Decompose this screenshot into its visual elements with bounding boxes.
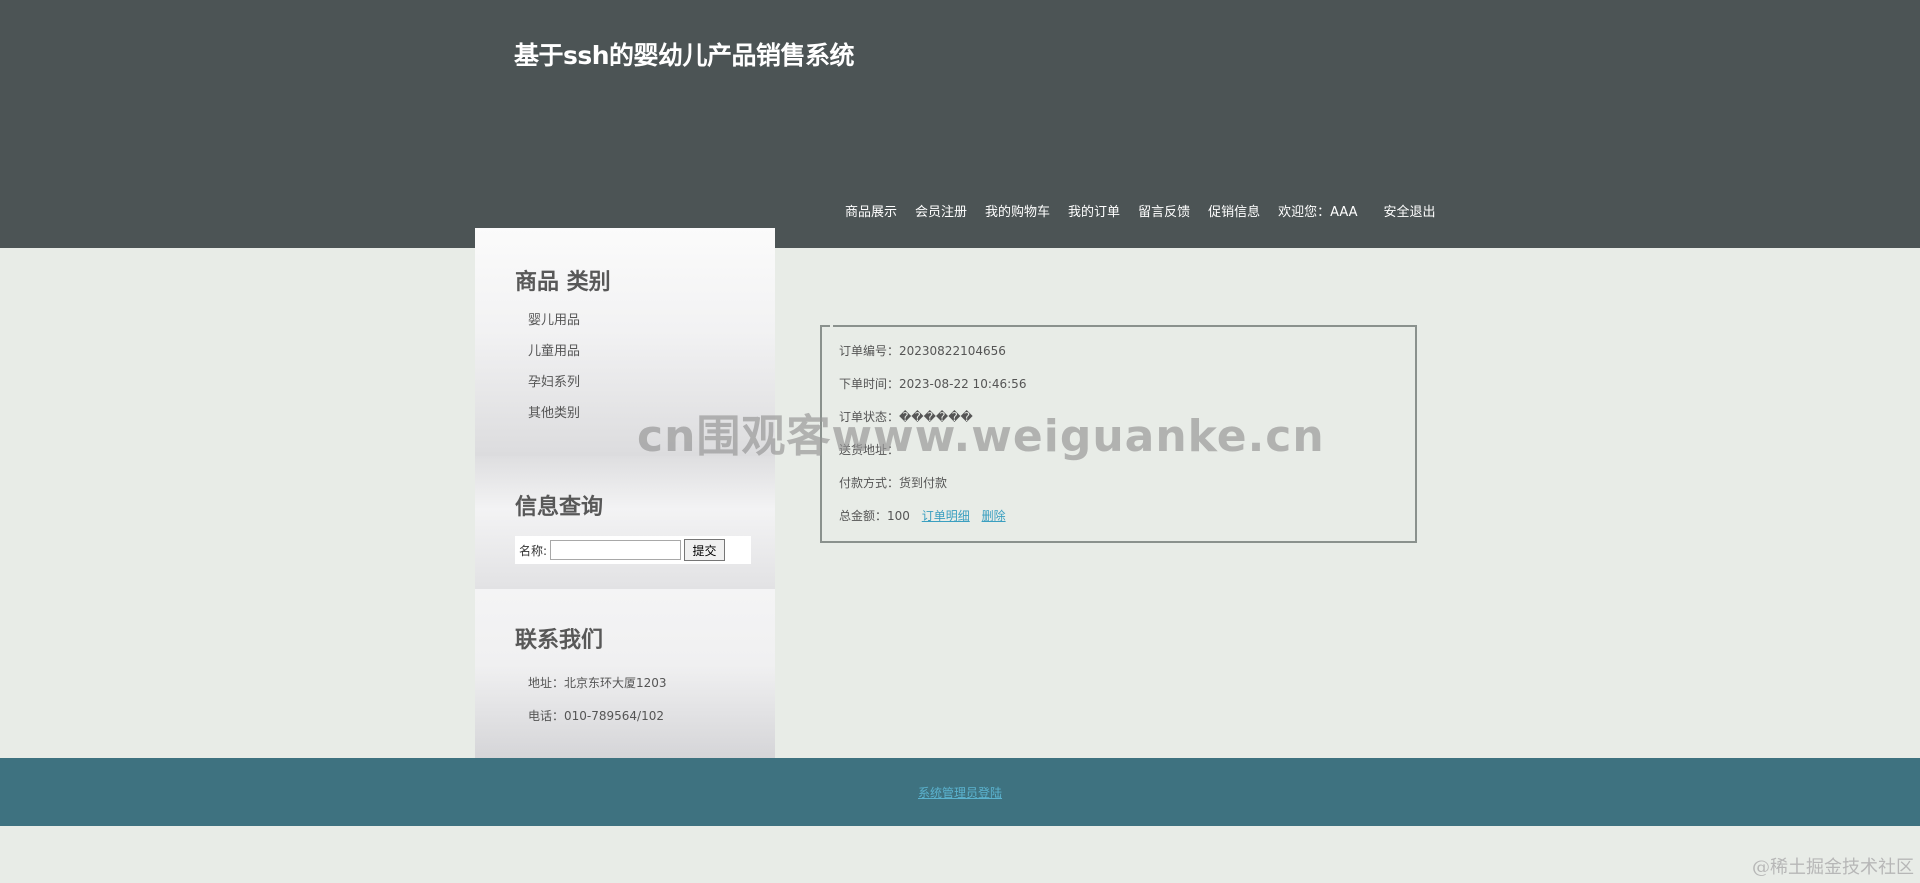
search-heading: 信息查询 [515,495,604,520]
order-payment: 付款方式：货到付款 [839,476,948,490]
footer: 系统管理员登陆 [0,758,1920,826]
category-item-children[interactable]: 儿童用品 [528,345,580,376]
nav-feedback[interactable]: 留言反馈 [1138,201,1190,220]
contact-phone: 电话：010-789564/102 [528,709,664,723]
nav-register[interactable]: 会员注册 [915,201,967,220]
search-form: 名称: 提交 [515,536,751,564]
nav-cart[interactable]: 我的购物车 [985,201,1050,220]
main-nav: 商品展示 会员注册 我的购物车 我的订单 留言反馈 促销信息 欢迎您：AAA 安… [845,201,1454,220]
welcome-text: 欢迎您：AAA [1278,205,1358,220]
order-total: 总金额：100 [839,509,910,523]
submit-button[interactable]: 提交 [684,539,726,561]
header: 基于ssh的婴幼儿产品销售系统 商品展示 会员注册 我的购物车 我的订单 留言反… [0,0,1920,248]
watermark-text: cn围观客www.weiguanke.cn [637,411,1325,462]
category-heading: 商品 类别 [515,270,611,295]
contact-heading: 联系我们 [515,628,604,653]
nav-orders[interactable]: 我的订单 [1068,201,1120,220]
category-item-other[interactable]: 其他类别 [528,407,580,438]
category-item-maternity[interactable]: 孕妇系列 [528,376,580,407]
search-panel: 信息查询 [475,456,775,589]
admin-login-link[interactable]: 系统管理员登陆 [918,784,1002,801]
order-total-row: 总金额：100 订单明细 删除 [839,507,1006,524]
contact-address: 地址：北京东环大厦1203 [528,676,667,690]
sidebar: 商品 类别 婴儿用品 儿童用品 孕妇系列 其他类别 信息查询 名称: 提交 联系… [475,228,775,758]
order-detail-link[interactable]: 订单明细 [922,509,970,523]
order-time: 下单时间：2023-08-22 10:46:56 [839,377,1027,391]
corner-watermark: @稀土掘金技术社区 [1752,857,1914,878]
order-delete-link[interactable]: 删除 [982,509,1006,523]
contact-panel: 联系我们 地址：北京东环大厦1203 电话：010-789564/102 [475,589,775,758]
nav-products[interactable]: 商品展示 [845,201,897,220]
search-label: 名称: [519,543,548,558]
nav-promotions[interactable]: 促销信息 [1208,201,1260,220]
site-title: 基于ssh的婴幼儿产品销售系统 [514,41,855,70]
order-number: 订单编号：20230822104656 [839,344,1006,358]
category-list: 婴儿用品 儿童用品 孕妇系列 其他类别 [528,314,580,438]
nav-logout[interactable]: 安全退出 [1384,201,1436,220]
search-input[interactable] [550,540,682,560]
order-card-notch [830,325,833,328]
category-item-baby[interactable]: 婴儿用品 [528,314,580,345]
